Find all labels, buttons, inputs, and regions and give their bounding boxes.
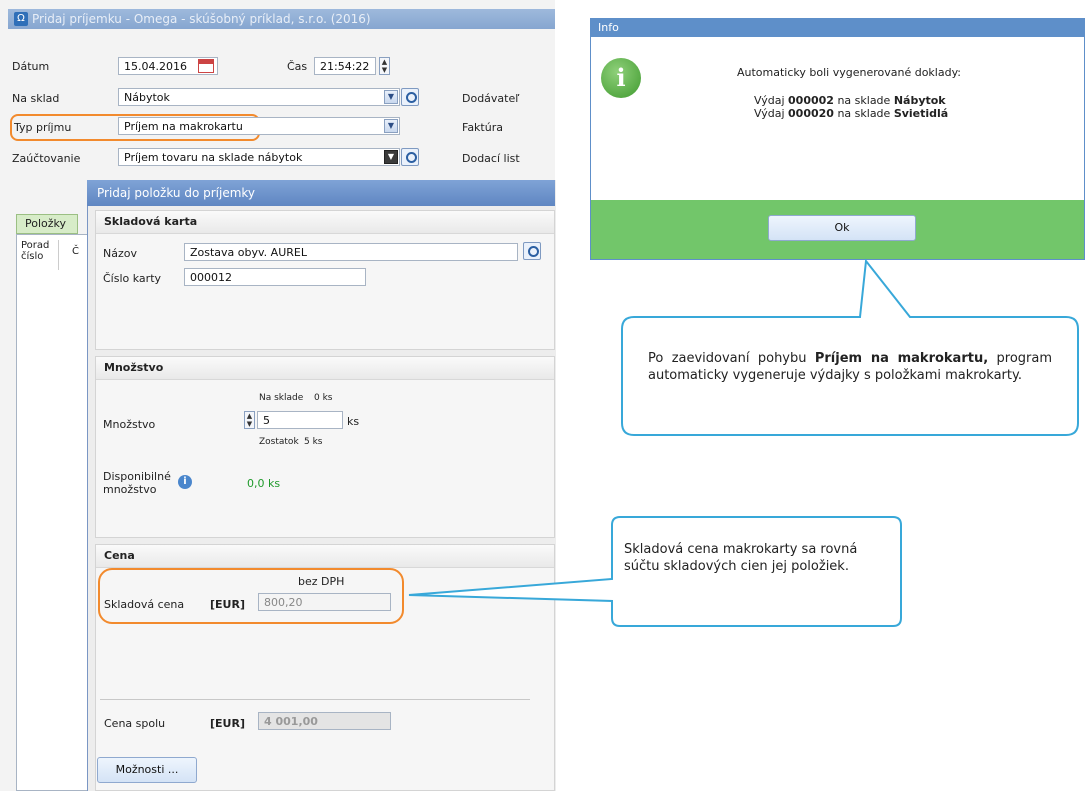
callout-bottom-text: Skladová cena makrokarty sa rovná súčtu … (624, 542, 858, 574)
time-value: 21:54:22 (320, 60, 370, 73)
card-search-icon[interactable] (523, 242, 541, 260)
supplier-label: Dodávateľ (462, 92, 520, 105)
card-no-value: 000012 (190, 271, 232, 284)
quantity-value: 5 (263, 414, 270, 427)
receipt-type-label: Typ príjmu (14, 121, 72, 134)
total-label: Cena spolu (104, 717, 166, 730)
total-currency: [EUR] (210, 717, 245, 730)
items-grid[interactable] (16, 234, 91, 791)
posting-dropdown-icon[interactable]: ▼ (384, 150, 398, 164)
quantity-spinner[interactable]: ▲ ▼ (244, 411, 255, 429)
available-value: 0,0 ks (247, 477, 281, 490)
time-spinner[interactable]: ▲ ▼ (379, 57, 390, 75)
info-line1-pre: Výdaj (754, 94, 789, 107)
posting-select[interactable]: Príjem tovaru na sklade nábytok (118, 148, 400, 166)
total-value: 4 001,00 (264, 715, 318, 728)
name-value: Zostava obyv. AUREL (190, 246, 307, 259)
callout-top-bold: Príjem na makrokartu, (814, 351, 989, 366)
in-stock-label: Na sklade (259, 393, 304, 403)
invoice-label: Faktúra (462, 121, 503, 134)
info-title-bar: Info (590, 18, 1085, 37)
callout-bottom-shape (408, 516, 902, 627)
price-divider (100, 699, 530, 700)
info-line1-wh: Nábytok (893, 94, 946, 107)
grid-col-order[interactable]: Porad číslo (17, 240, 59, 270)
info-icon[interactable]: i (178, 475, 192, 489)
info-line1-doc: 000002 (788, 94, 834, 107)
info-line1-mid: na sklade (833, 94, 894, 107)
main-title-text: Pridaj príjemku - Omega - skúšobný príkl… (32, 12, 371, 26)
stock-price-currency: [EUR] (210, 598, 245, 611)
card-no-field[interactable]: 000012 (184, 268, 366, 286)
info-circle-icon: i (601, 58, 641, 98)
callout-top-pre: Po zaevidovaní pohybu (648, 351, 815, 366)
warehouse-label: Na sklad (12, 92, 60, 105)
quantity-field[interactable]: 5 (257, 411, 343, 429)
receipt-type-select[interactable]: Príjem na makrokartu (118, 117, 400, 135)
info-line2-wh: Svietidlá (893, 107, 949, 120)
date-value: 15.04.2016 (124, 60, 187, 73)
quantity-section: Množstvo (95, 356, 555, 538)
main-title-bar: Ω Pridaj príjemku - Omega - skúšobný prík… (8, 9, 555, 29)
available-label-line1: Disponibilné (103, 470, 171, 483)
receipt-type-dropdown-icon[interactable]: ▼ (384, 119, 398, 133)
callout-top-text: Po zaevidovaní pohybu Príjem na makrokar… (648, 350, 1052, 384)
omega-app-icon: Ω (14, 12, 28, 26)
info-line-2: Výdaj 000020 na sklade Svietidlá (754, 107, 948, 120)
card-no-label: Číslo karty (103, 272, 162, 285)
ok-button[interactable]: Ok (768, 215, 916, 241)
options-button[interactable]: Možnosti ... (97, 757, 197, 783)
in-stock-value: 0 ks (314, 393, 333, 403)
stock-price-value: 800,20 (264, 596, 303, 609)
info-heading: Automaticky boli vygenerované doklady: (737, 66, 962, 79)
card-section-title: Skladová karta (96, 211, 554, 234)
info-line2-mid: na sklade (833, 107, 894, 120)
info-line2-doc: 000020 (788, 107, 834, 120)
name-field[interactable]: Zostava obyv. AUREL (184, 243, 518, 261)
col-order-line2: číslo (21, 251, 44, 262)
posting-search-icon[interactable] (401, 148, 419, 166)
warehouse-search-icon[interactable] (401, 88, 419, 106)
stock-price-field[interactable]: 800,20 (258, 593, 391, 611)
info-line-1: Výdaj 000002 na sklade Nábytok (754, 94, 946, 107)
warehouse-select[interactable]: Nábytok (118, 88, 400, 106)
quantity-section-title: Množstvo (96, 357, 554, 380)
receipt-type-value: Príjem na makrokartu (124, 120, 243, 133)
total-field: 4 001,00 (258, 712, 391, 730)
quantity-unit: ks (347, 415, 360, 428)
info-line2-pre: Výdaj (754, 107, 789, 120)
posting-label: Zaúčtovanie (12, 152, 81, 165)
posting-value: Príjem tovaru na sklade nábytok (124, 151, 303, 164)
quantity-label: Množstvo (103, 418, 156, 431)
delivery-note-label: Dodací list (462, 152, 520, 165)
without-vat-label: bez DPH (298, 575, 345, 588)
dialog-title-bar: Pridaj položku do príjemky (87, 180, 555, 206)
available-label-line2: množstvo (103, 483, 157, 496)
time-label: Čas (287, 60, 308, 73)
warehouse-dropdown-icon[interactable]: ▼ (384, 90, 398, 104)
tab-items[interactable]: Položky (16, 214, 78, 234)
available-label: Disponibilné množstvo (103, 470, 171, 496)
time-field[interactable]: 21:54:22 (314, 57, 376, 75)
grid-col-c: Č (72, 246, 79, 257)
calendar-icon[interactable] (198, 59, 214, 73)
name-label: Názov (103, 247, 137, 260)
tab-items-label: Položky (25, 217, 67, 230)
stock-price-label: Skladová cena (104, 598, 185, 611)
date-label: Dátum (12, 60, 50, 73)
remaining-value: 5 ks (304, 437, 323, 447)
warehouse-value: Nábytok (124, 91, 170, 104)
callout-top-shape (621, 258, 1079, 436)
col-order-line1: Porad (21, 240, 50, 251)
remaining-label: Zostatok (259, 437, 299, 447)
